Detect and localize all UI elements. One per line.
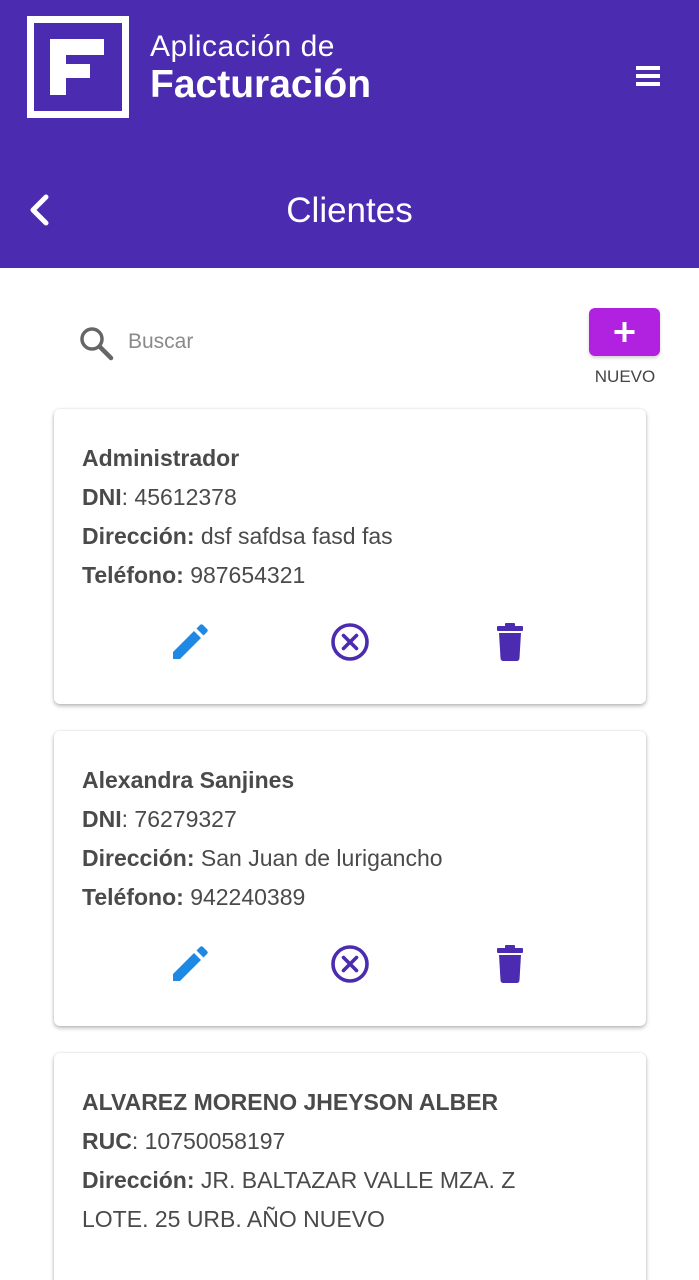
client-address: Dirección: dsf safdsa fasd fas [82, 517, 618, 556]
document-label: DNI [82, 484, 122, 510]
client-document: DNI: 45612378 [82, 484, 237, 510]
plus-icon [614, 322, 635, 342]
document-value: 45612378 [134, 484, 237, 510]
trash-icon[interactable] [488, 942, 532, 986]
circle-x-icon[interactable] [328, 942, 372, 986]
address-value: dsf safdsa fasd fas [200, 523, 393, 549]
client-name: Administrador [82, 445, 240, 471]
app-name-line1: Aplicación de [150, 30, 335, 63]
search-input[interactable] [128, 322, 548, 362]
client-address: Dirección: JR. BALTAZAR VALLE MZA. Z LOT… [82, 1161, 562, 1239]
client-address: Dirección: San Juan de lurigancho [82, 839, 618, 878]
client-name: Alexandra Sanjines [82, 767, 295, 793]
phone-value: 987654321 [190, 562, 306, 588]
trash-icon[interactable] [488, 620, 532, 664]
client-document: RUC: 10750058197 [82, 1128, 286, 1154]
phone-label: Teléfono: [82, 884, 184, 910]
pencil-edit-icon[interactable] [168, 620, 212, 664]
client-document: DNI: 76279327 [82, 806, 237, 832]
new-client-button[interactable] [589, 308, 660, 356]
document-label: DNI [82, 806, 122, 832]
app-name: Aplicación de Facturación [150, 30, 371, 106]
client-phone: Teléfono: 987654321 [82, 556, 618, 595]
circle-x-icon[interactable] [328, 620, 372, 664]
address-label: Dirección: [82, 523, 195, 549]
app-name-line2: Facturación [150, 63, 372, 106]
client-phone: Teléfono: 942240389 [82, 878, 618, 917]
search-icon [76, 323, 116, 363]
app-logo [27, 16, 129, 118]
pencil-edit-icon[interactable] [168, 942, 212, 986]
client-card: ALVAREZ MORENO JHEYSON ALBER RUC: 107500… [54, 1053, 646, 1280]
document-value: 76279327 [134, 806, 237, 832]
client-name: ALVAREZ MORENO JHEYSON ALBER [82, 1089, 499, 1115]
document-label: RUC [82, 1128, 132, 1154]
app-header: Aplicación de Facturación Clientes [0, 0, 699, 268]
address-label: Dirección: [82, 1167, 195, 1193]
address-value: San Juan de lurigancho [200, 845, 443, 871]
hamburger-menu-icon[interactable] [628, 58, 668, 94]
card-actions [54, 942, 646, 992]
client-card: Alexandra Sanjines DNI: 76279327 Direcci… [54, 731, 646, 1026]
new-client-label: NUEVO [594, 367, 656, 386]
address-label: Dirección: [82, 845, 195, 871]
phone-label: Teléfono: [82, 562, 184, 588]
client-card: Administrador DNI: 45612378 Dirección: d… [54, 409, 646, 704]
card-actions [54, 620, 646, 670]
phone-value: 942240389 [190, 884, 306, 910]
document-value: 10750058197 [144, 1128, 286, 1154]
page-title: Clientes [286, 191, 413, 230]
